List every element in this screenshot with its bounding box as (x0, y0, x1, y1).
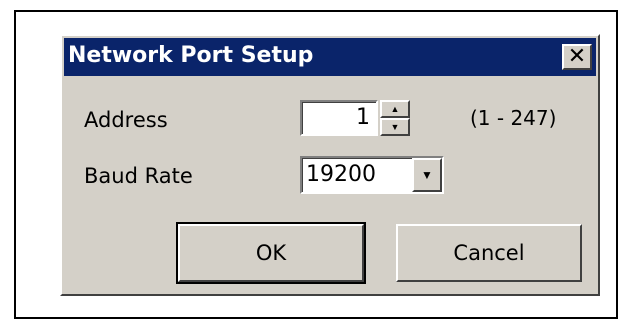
address-label: Address (84, 108, 168, 132)
ok-button[interactable]: OK (176, 222, 366, 284)
baud-rate-select[interactable]: 19200 ▼ (300, 156, 444, 194)
close-icon: ✕ (567, 44, 587, 69)
spin-down-button[interactable]: ▼ (380, 118, 410, 136)
baud-rate-label: Baud Rate (84, 164, 193, 188)
network-port-setup-dialog: Network Port Setup ✕ Address 1 ▲ ▼ (1 - … (60, 34, 600, 296)
spin-up-button[interactable]: ▲ (380, 100, 410, 118)
spin-up-icon: ▲ (390, 104, 400, 114)
address-range-hint: (1 - 247) (470, 106, 557, 130)
spin-down-icon: ▼ (390, 122, 400, 132)
dialog-title: Network Port Setup (68, 43, 314, 68)
close-button[interactable]: ✕ (562, 44, 592, 70)
baud-rate-value: 19200 (306, 162, 376, 187)
address-input[interactable]: 1 (300, 100, 378, 136)
title-bar: Network Port Setup ✕ (64, 38, 596, 76)
cancel-button[interactable]: Cancel (396, 224, 582, 282)
chevron-down-icon: ▼ (421, 168, 433, 182)
address-spinner: ▲ ▼ (380, 100, 410, 136)
baud-rate-dropdown-button[interactable]: ▼ (412, 158, 442, 192)
